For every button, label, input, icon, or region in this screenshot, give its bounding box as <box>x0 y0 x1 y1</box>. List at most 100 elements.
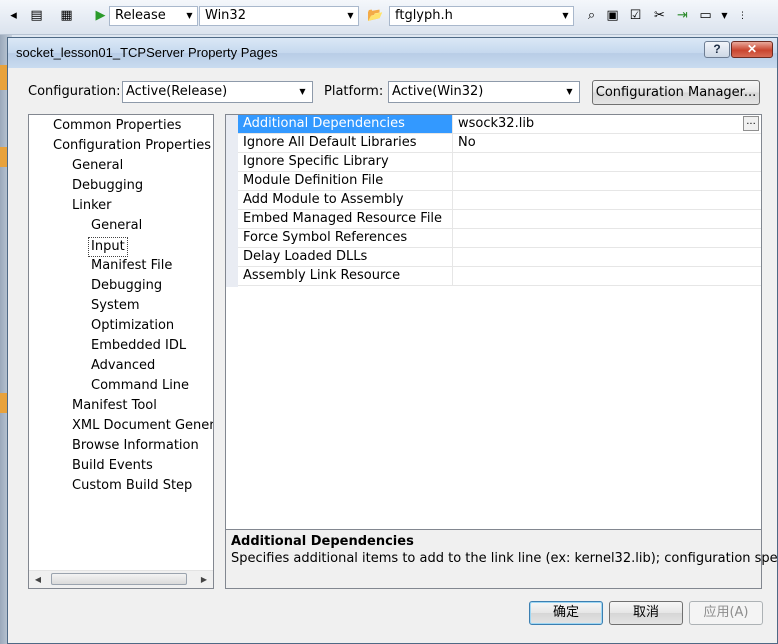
description-text: Specifies additional items to add to the… <box>231 551 778 566</box>
property-row[interactable]: Ignore All Default Libraries No <box>238 134 761 153</box>
open-file-icon[interactable]: 📂 <box>367 8 384 24</box>
chevron-down-icon[interactable]: ▼ <box>716 8 733 24</box>
chevron-down-icon: ▼ <box>347 11 354 20</box>
property-row[interactable]: Add Module to Assembly <box>238 191 761 210</box>
navigate-back-icon[interactable]: ◂ <box>5 8 22 24</box>
tools-icon[interactable]: ✂ <box>651 8 668 24</box>
tree-item-xml-document-generat[interactable]: XML Document Generat <box>72 417 213 435</box>
ok-button[interactable]: 确定 <box>529 601 603 625</box>
tree-horizontal-scrollbar[interactable]: ◀ ▶ <box>29 570 213 588</box>
chevron-down-icon: ▼ <box>186 11 193 20</box>
close-button[interactable]: ✕ <box>731 41 773 58</box>
column-divider <box>452 172 453 191</box>
start-page-icon[interactable]: ⇥ <box>674 8 691 24</box>
tree-item-input[interactable]: Input <box>88 237 128 257</box>
chevron-down-icon: ▼ <box>566 87 573 96</box>
property-row[interactable]: Force Symbol References <box>238 229 761 248</box>
property-name: Add Module to Assembly <box>243 192 404 207</box>
configuration-combo[interactable]: Active(Release) ▼ <box>122 81 313 103</box>
tree-item-linker[interactable]: Linker <box>72 197 112 215</box>
property-row[interactable]: Additional Dependencies wsock32.lib... <box>238 115 761 134</box>
column-divider <box>452 134 453 153</box>
property-name: Embed Managed Resource File <box>243 211 443 226</box>
description-title: Additional Dependencies <box>231 534 414 549</box>
column-divider <box>452 229 453 248</box>
platform-value: Win32 <box>205 8 246 23</box>
property-grid: Additional Dependencies wsock32.lib... Ign… <box>225 114 762 589</box>
tree-item-general[interactable]: General <box>72 157 123 175</box>
title-bar[interactable]: socket_lesson01_TCPServer Property Pages… <box>8 38 777 68</box>
column-divider <box>452 115 453 134</box>
build-config-combo[interactable]: Release ▼ <box>109 6 198 26</box>
build-config-value: Release <box>115 8 166 23</box>
find-value: ftglyph.h <box>395 8 453 23</box>
property-name: Additional Dependencies <box>243 116 405 131</box>
find-in-files-icon[interactable]: ⌕ <box>583 8 600 24</box>
property-row[interactable]: Embed Managed Resource File <box>238 210 761 229</box>
properties-icon[interactable]: ☑ <box>627 8 644 24</box>
cancel-button[interactable]: 取消 <box>609 601 683 625</box>
description-panel: Additional Dependencies Specifies additi… <box>225 529 778 589</box>
property-value[interactable]: wsock32.lib <box>455 115 758 133</box>
close-icon: ✕ <box>746 42 758 56</box>
platform-label: Platform: <box>324 84 384 99</box>
column-divider <box>452 153 453 172</box>
scrollbar-thumb[interactable] <box>51 573 187 585</box>
column-divider <box>452 210 453 229</box>
property-name: Ignore Specific Library <box>243 154 389 169</box>
column-divider <box>452 267 453 286</box>
comment-icon[interactable]: ▤ <box>28 8 45 24</box>
start-debug-icon[interactable]: ▶ <box>92 8 109 24</box>
property-tree[interactable]: Common Properties Configuration Propertie… <box>28 114 214 589</box>
find-combo[interactable]: ftglyph.h ▼ <box>389 6 574 26</box>
scroll-left-icon[interactable]: ◀ <box>31 573 45 586</box>
command-window-icon[interactable]: ▭ <box>697 8 714 24</box>
platform-select[interactable]: Active(Win32) ▼ <box>388 81 580 103</box>
tree-item-optimization[interactable]: Optimization <box>91 317 174 335</box>
dialog-title: socket_lesson01_TCPServer Property Pages <box>16 45 278 60</box>
tree-item-embedded-idl[interactable]: Embedded IDL <box>91 337 186 355</box>
tree-item-custom-build-step[interactable]: Custom Build Step <box>72 477 192 495</box>
chevron-down-icon: ▼ <box>299 87 306 96</box>
configuration-label: Configuration: <box>28 84 121 99</box>
tree-item-general[interactable]: General <box>91 217 142 235</box>
property-row[interactable]: Module Definition File <box>238 172 761 191</box>
tree-item-debugging[interactable]: Debugging <box>91 277 162 295</box>
property-name: Delay Loaded DLLs <box>243 249 368 264</box>
tree-item-manifest-file[interactable]: Manifest File <box>91 257 172 275</box>
property-name: Ignore All Default Libraries <box>243 135 417 150</box>
configuration-value: Active(Release) <box>126 84 228 99</box>
column-divider <box>452 191 453 210</box>
platform-combo[interactable]: Win32 ▼ <box>199 6 359 26</box>
tree-item-browse-information[interactable]: Browse Information <box>72 437 199 455</box>
chevron-down-icon: ▼ <box>562 11 569 20</box>
grid-gutter <box>226 115 238 287</box>
tree-item-build-events[interactable]: Build Events <box>72 457 153 475</box>
property-name: Assembly Link Resource <box>243 268 401 283</box>
column-divider <box>452 248 453 267</box>
overflow-icon[interactable]: ⋮ <box>734 8 751 24</box>
ide-toolbar: ◂ ▤ ▦ ▶ Release ▼ Win32 ▼ 📂 ftglyph.h ▼ … <box>0 0 778 35</box>
tree-item-command-line[interactable]: Command Line <box>91 377 189 395</box>
uncomment-icon[interactable]: ▦ <box>58 8 75 24</box>
scroll-right-icon[interactable]: ▶ <box>197 573 211 586</box>
property-row[interactable]: Delay Loaded DLLs <box>238 248 761 267</box>
tree-item-debugging[interactable]: Debugging <box>72 177 143 195</box>
property-row[interactable]: Ignore Specific Library <box>238 153 761 172</box>
ellipsis-button[interactable]: ... <box>743 116 759 131</box>
tree-item-manifest-tool[interactable]: Manifest Tool <box>72 397 157 415</box>
platform-select-value: Active(Win32) <box>392 84 484 99</box>
tree-item-advanced[interactable]: Advanced <box>91 357 155 375</box>
property-name: Module Definition File <box>243 173 384 188</box>
property-value[interactable]: No <box>455 134 758 152</box>
property-pages-dialog: socket_lesson01_TCPServer Property Pages… <box>7 37 778 644</box>
property-name: Force Symbol References <box>243 230 408 245</box>
configuration-manager-button[interactable]: Configuration Manager... <box>592 80 760 105</box>
help-button[interactable]: ? <box>704 41 730 58</box>
solution-explorer-icon[interactable]: ▣ <box>604 8 621 24</box>
property-row[interactable]: Assembly Link Resource <box>238 267 761 286</box>
tree-item-common-properties[interactable]: Common Properties <box>53 117 181 135</box>
tree-item-configuration-properties[interactable]: Configuration Properties <box>53 137 211 155</box>
tree-item-system[interactable]: System <box>91 297 139 315</box>
apply-button[interactable]: 应用(A) <box>689 601 763 625</box>
